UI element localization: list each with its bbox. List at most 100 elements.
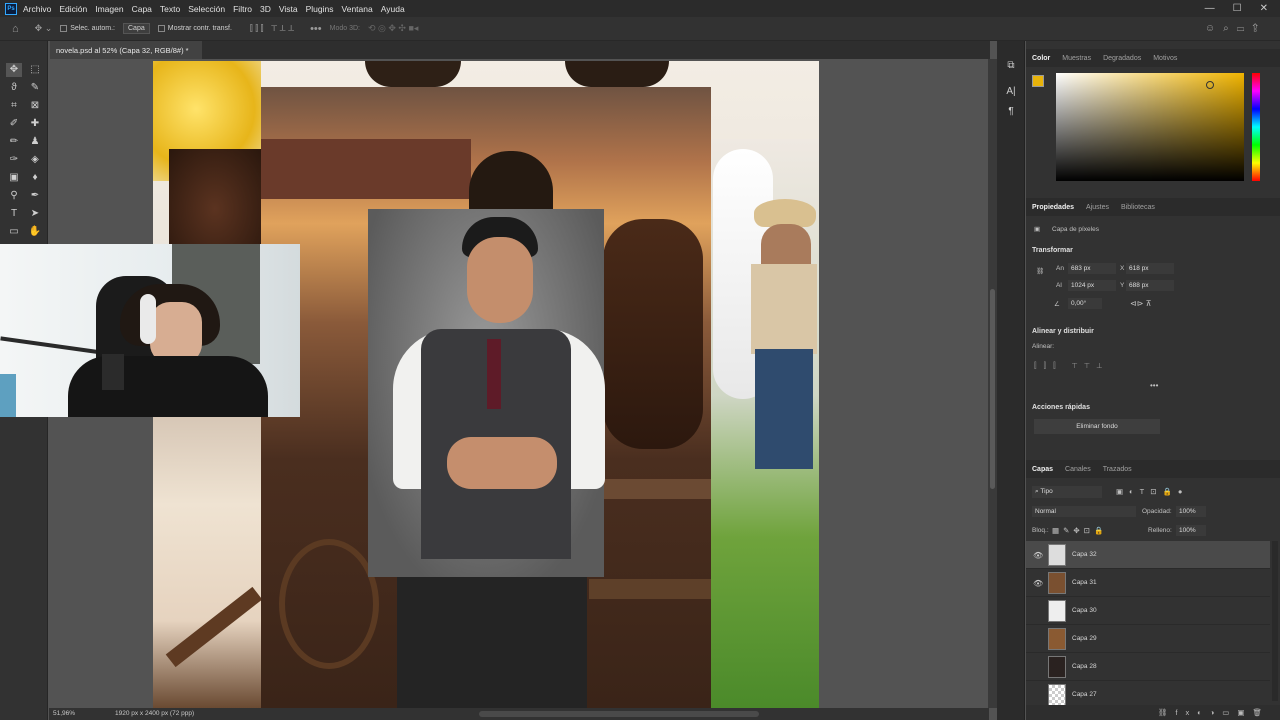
move-tool-icon[interactable]: ✥ (6, 63, 22, 77)
y-field[interactable]: 688 px (1126, 280, 1174, 291)
layer-row[interactable]: · Capa 27 (1026, 681, 1270, 705)
eye-hidden-icon[interactable]: · (1033, 663, 1036, 672)
more-align-icon[interactable]: ••• (1150, 381, 1158, 390)
brush-tool-icon[interactable]: ✏ (6, 135, 22, 149)
tab-propiedades[interactable]: Propiedades (1026, 204, 1080, 211)
lasso-tool-icon[interactable]: ϑ (6, 81, 22, 95)
eraser-tool-icon[interactable]: ◈ (27, 153, 43, 167)
menu-ayuda[interactable]: Ayuda (381, 4, 405, 14)
character-panel-icon[interactable]: A| (1003, 85, 1019, 99)
lock-icons[interactable]: ▦✎✥⊡🔒 (1052, 526, 1107, 535)
layers-footer-icons[interactable]: ⛓fx◐◑▭▣🗑 (1026, 705, 1280, 720)
color-field[interactable] (1056, 73, 1244, 181)
tab-color[interactable]: Color (1026, 55, 1056, 62)
opacity-field[interactable]: 100% (1176, 506, 1206, 517)
tab-canales[interactable]: Canales (1059, 466, 1097, 473)
history-brush-icon[interactable]: ✑ (6, 153, 22, 167)
type-tool-icon[interactable]: T (6, 207, 22, 221)
paragraph-panel-icon[interactable]: ¶ (1003, 105, 1019, 119)
zoom-level[interactable]: 51,96% (53, 710, 75, 717)
menu-plugins[interactable]: Plugins (306, 4, 334, 14)
layers-scrollbar[interactable] (1272, 541, 1278, 701)
auto-select-checkbox[interactable] (60, 25, 68, 32)
align-icons[interactable]: ⫿ ⫿ ⫿ ⊤ ⊥ ⊥ (250, 23, 294, 34)
tab-bibliotecas[interactable]: Bibliotecas (1115, 204, 1161, 211)
more-options-icon[interactable]: ••• (310, 23, 322, 35)
tab-muestras[interactable]: Muestras (1056, 55, 1097, 62)
horizontal-scrollbar[interactable] (479, 711, 759, 717)
menu-texto[interactable]: Texto (160, 4, 180, 14)
hand-tool-icon[interactable]: ✋ (27, 225, 43, 239)
height-field[interactable]: 1024 px (1068, 280, 1116, 291)
blend-mode-dropdown[interactable]: Normal (1032, 506, 1136, 517)
layer-row[interactable]: · Capa 30 (1026, 597, 1270, 625)
angle-field[interactable]: 0,00° (1068, 298, 1102, 309)
shape-tool-icon[interactable]: ▭ (6, 225, 22, 239)
eyedropper-icon[interactable]: ✐ (6, 117, 22, 131)
menu-edicion[interactable]: Edición (59, 4, 87, 14)
maximize-icon[interactable]: ☐ (1233, 3, 1242, 14)
x-field[interactable]: 618 px (1126, 263, 1174, 274)
auto-select-option[interactable]: Selec. autom.: (60, 25, 115, 32)
document-info[interactable]: 1920 px x 2400 px (72 ppp) (115, 710, 194, 717)
quick-actions-title[interactable]: Acciones rápidas (1032, 404, 1090, 411)
document-tab[interactable]: novela.psd al 52% (Capa 32, RGB/8#) * (50, 41, 202, 59)
menu-3d[interactable]: 3D (260, 4, 271, 14)
menu-ventana[interactable]: Ventana (342, 4, 373, 14)
align-section-title[interactable]: Alinear y distribuir (1032, 328, 1094, 335)
frame-tool-icon[interactable]: ⊠ (27, 99, 43, 113)
pen-tool-icon[interactable]: ✒ (27, 189, 43, 203)
hue-slider[interactable] (1252, 73, 1260, 181)
layer-filter-icons[interactable]: ▣◐T⊡🔒● (1116, 487, 1188, 496)
layer-row[interactable]: · Capa 29 (1026, 625, 1270, 653)
width-field[interactable]: 683 px (1068, 263, 1116, 274)
menu-archivo[interactable]: Archivo (23, 4, 51, 14)
history-panel-icon[interactable]: ⧉ (1003, 59, 1019, 73)
move-tool-icon[interactable]: ✥ ⌄ (35, 23, 53, 34)
menu-imagen[interactable]: Imagen (95, 4, 123, 14)
eye-hidden-icon[interactable]: · (1033, 691, 1036, 700)
tab-capas[interactable]: Capas (1026, 466, 1059, 473)
flip-icons[interactable]: ⊲⊳ ⊼ (1130, 299, 1151, 308)
auto-select-dropdown[interactable]: Capa (123, 23, 150, 34)
tab-ajustes[interactable]: Ajustes (1080, 204, 1115, 211)
transform-checkbox[interactable] (157, 25, 165, 32)
color-picker-cursor[interactable] (1206, 81, 1214, 89)
layer-row[interactable]: 👁 Capa 31 (1026, 569, 1270, 597)
tab-trazados[interactable]: Trazados (1097, 466, 1138, 473)
top-right-icons[interactable]: ☺⌕▭⇪ (1205, 23, 1266, 34)
vertical-scrollbar[interactable] (988, 59, 997, 708)
layer-row[interactable]: · Capa 28 (1026, 653, 1270, 681)
gradient-tool-icon[interactable]: ▣ (6, 171, 22, 185)
menu-vista[interactable]: Vista (279, 4, 298, 14)
minimize-icon[interactable]: — (1205, 3, 1215, 14)
home-icon[interactable]: ⌂ (12, 23, 19, 35)
foreground-color-swatch[interactable] (1032, 75, 1044, 87)
blur-tool-icon[interactable]: ♦ (27, 171, 43, 185)
remove-background-button[interactable]: Eliminar fondo (1034, 419, 1160, 434)
eye-hidden-icon[interactable]: · (1033, 635, 1036, 644)
close-icon[interactable]: ✕ (1260, 3, 1268, 14)
marquee-tool-icon[interactable]: ⬚ (27, 63, 43, 77)
scrollbar-thumb[interactable] (990, 289, 995, 489)
eye-icon[interactable]: 👁 (1033, 551, 1043, 560)
transform-section-title[interactable]: Transformar (1032, 247, 1073, 254)
eye-icon[interactable]: 👁 (1033, 579, 1043, 588)
menu-seleccion[interactable]: Selección (188, 4, 225, 14)
layer-row[interactable]: 👁 Capa 32 (1026, 541, 1270, 569)
menu-capa[interactable]: Capa (132, 4, 152, 14)
align-buttons[interactable]: ⫿⫿⫿ ⊤⊤⊥ (1034, 361, 1109, 371)
layer-filter-dropdown[interactable]: ⌕ Tipo (1032, 486, 1102, 498)
eye-hidden-icon[interactable]: · (1033, 607, 1036, 616)
stamp-tool-icon[interactable]: ♟ (27, 135, 43, 149)
menu-filtro[interactable]: Filtro (233, 4, 252, 14)
transform-controls-option[interactable]: Mostrar contr. transf. (157, 25, 232, 32)
path-select-icon[interactable]: ➤ (27, 207, 43, 221)
crop-tool-icon[interactable]: ⌗ (6, 99, 22, 113)
tab-degradados[interactable]: Degradados (1097, 55, 1147, 62)
quick-select-icon[interactable]: ✎ (27, 81, 43, 95)
tab-motivos[interactable]: Motivos (1147, 55, 1183, 62)
link-icon[interactable]: ⛓ (1036, 267, 1044, 275)
fill-field[interactable]: 100% (1176, 525, 1206, 536)
dodge-tool-icon[interactable]: ⚲ (6, 189, 22, 203)
